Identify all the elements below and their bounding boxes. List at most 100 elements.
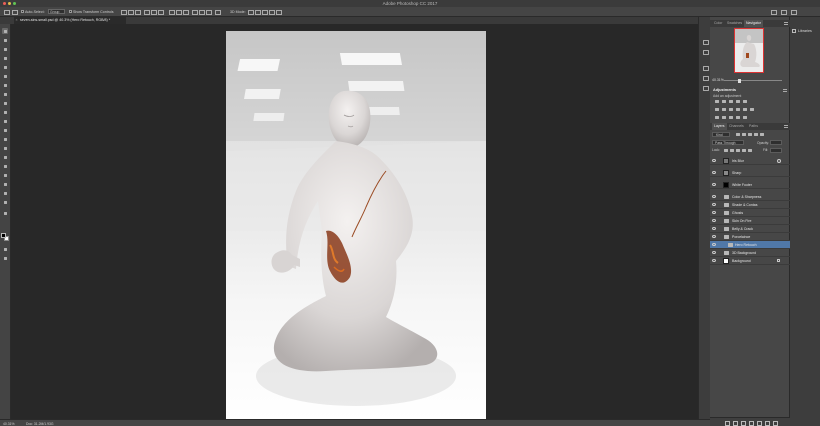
black-white-icon[interactable] (728, 107, 733, 111)
search-icon[interactable] (770, 9, 777, 15)
vibrance-icon[interactable] (742, 99, 747, 103)
align-right-icon[interactable] (157, 9, 164, 15)
eraser-tool-icon[interactable] (2, 118, 8, 124)
tab-channels[interactable]: Channels (727, 123, 746, 130)
document-size[interactable]: Doc: 31.2M/1.93G (26, 422, 54, 426)
properties-icon[interactable] (702, 49, 709, 55)
layer-row-hero-retouch[interactable]: Hero Retouch (710, 241, 790, 249)
layer-row-color-sharpness[interactable]: Color & Sharpness (710, 193, 790, 201)
3d-scale-icon[interactable] (275, 9, 282, 15)
dodge-tool-icon[interactable] (2, 145, 8, 151)
lock-position-icon[interactable] (735, 148, 740, 152)
tab-paths[interactable]: Paths (747, 123, 760, 130)
visibility-eye-icon[interactable] (712, 183, 716, 186)
fill-field[interactable] (770, 147, 782, 153)
brushes-icon[interactable] (702, 75, 709, 81)
3d-orbit-icon[interactable] (247, 9, 254, 15)
foreground-color-swatch[interactable] (1, 233, 6, 238)
type-tool-icon[interactable] (2, 163, 8, 169)
lock-artboard-icon[interactable] (741, 148, 746, 152)
brush-settings-icon[interactable] (702, 65, 709, 71)
more-tools-icon[interactable] (2, 210, 8, 216)
workspace-icon[interactable] (780, 9, 787, 15)
align-center-icon[interactable] (150, 9, 157, 15)
distribute-left-icon[interactable] (191, 9, 198, 15)
distribute-center-icon[interactable] (198, 9, 205, 15)
levels-icon[interactable] (721, 99, 726, 103)
navigator-thumbnail[interactable] (734, 28, 764, 73)
move-tool-icon[interactable] (2, 28, 8, 34)
layer-row-porcelaince[interactable]: Porcelaince (710, 233, 790, 241)
blend-mode-dropdown[interactable]: Pass Through (712, 140, 744, 145)
new-layer-icon[interactable] (764, 420, 770, 426)
auto-select-checkbox[interactable] (21, 10, 24, 13)
history-brush-tool-icon[interactable] (2, 109, 8, 115)
zoom-tool-icon[interactable] (2, 199, 8, 205)
crop-tool-icon[interactable] (2, 64, 8, 70)
libraries-panel-collapsed[interactable]: Libraries (790, 17, 820, 426)
layer-row-white-footer[interactable]: White Footer (710, 181, 790, 189)
layers-menu-icon[interactable] (784, 125, 788, 128)
visibility-eye-icon[interactable] (712, 211, 716, 214)
lock-transparent-icon[interactable] (723, 148, 728, 152)
distribute-right-icon[interactable] (205, 9, 212, 15)
lock-pixels-icon[interactable] (729, 148, 734, 152)
share-icon[interactable] (790, 9, 797, 15)
3d-slide-icon[interactable] (268, 9, 275, 15)
photo-filter-icon[interactable] (735, 107, 740, 111)
visibility-eye-icon[interactable] (712, 243, 716, 246)
layer-style-icon[interactable] (732, 420, 738, 426)
invert-icon[interactable] (714, 115, 719, 119)
panel-menu-icon[interactable] (784, 22, 788, 25)
show-transform-checkbox[interactable] (69, 10, 72, 13)
visibility-eye-icon[interactable] (712, 235, 716, 238)
smart-filter-icon[interactable] (777, 158, 781, 163)
visibility-eye-icon[interactable] (712, 159, 716, 162)
close-tab-icon[interactable]: × (16, 17, 18, 24)
gradient-map-icon[interactable] (742, 115, 747, 119)
brightness-contrast-icon[interactable] (714, 99, 719, 103)
exposure-icon[interactable] (735, 99, 740, 103)
filter-type-icon[interactable] (747, 133, 752, 137)
rectangle-tool-icon[interactable] (2, 181, 8, 187)
tab-layers[interactable]: Layers (712, 123, 727, 130)
add-mask-icon[interactable] (740, 420, 746, 426)
document-image[interactable] (226, 31, 486, 420)
canvas-area[interactable] (11, 24, 708, 420)
filter-pixel-icon[interactable] (735, 133, 740, 137)
lock-all-icon[interactable] (747, 148, 752, 152)
visibility-eye-icon[interactable] (712, 259, 716, 262)
color-balance-icon[interactable] (721, 107, 726, 111)
layer-row-skin-on-fire[interactable]: Skin On Fire (710, 217, 790, 225)
layer-row-ghosts[interactable]: Ghosts (710, 209, 790, 217)
hand-tool-icon[interactable] (2, 190, 8, 196)
filter-adjustment-icon[interactable] (741, 133, 746, 137)
quick-mask-icon[interactable] (2, 246, 8, 252)
align-top-icon[interactable] (120, 9, 127, 15)
align-middle-icon[interactable] (127, 9, 134, 15)
history-icon[interactable] (702, 39, 709, 45)
tab-navigator[interactable]: Navigator (744, 20, 763, 27)
distribute-top-icon[interactable] (168, 9, 175, 15)
tab-color[interactable]: Color (712, 20, 724, 27)
path-selection-tool-icon[interactable] (2, 172, 8, 178)
navigator-zoom-knob[interactable] (738, 78, 741, 83)
layer-row-3d-background[interactable]: 3D Background (710, 249, 790, 257)
visibility-eye-icon[interactable] (712, 251, 716, 254)
brush-tool-icon[interactable] (2, 91, 8, 97)
selective-color-icon[interactable] (735, 115, 740, 119)
visibility-eye-icon[interactable] (712, 171, 716, 174)
distribute-middle-icon[interactable] (175, 9, 182, 15)
tab-swatches[interactable]: Swatches (725, 20, 744, 27)
3d-roll-icon[interactable] (254, 9, 261, 15)
gradient-tool-icon[interactable] (2, 127, 8, 133)
new-group-icon[interactable] (756, 420, 762, 426)
clone-stamp-tool-icon[interactable] (2, 100, 8, 106)
tool-preset-icon[interactable] (11, 9, 18, 15)
filter-shape-icon[interactable] (753, 133, 758, 137)
visibility-eye-icon[interactable] (712, 195, 716, 198)
layer-row-sharp[interactable]: Sharp (710, 169, 790, 177)
layer-row-shade-contas[interactable]: Shade & Contas (710, 201, 790, 209)
channel-mixer-icon[interactable] (742, 107, 747, 111)
screen-mode-icon[interactable] (2, 255, 8, 261)
